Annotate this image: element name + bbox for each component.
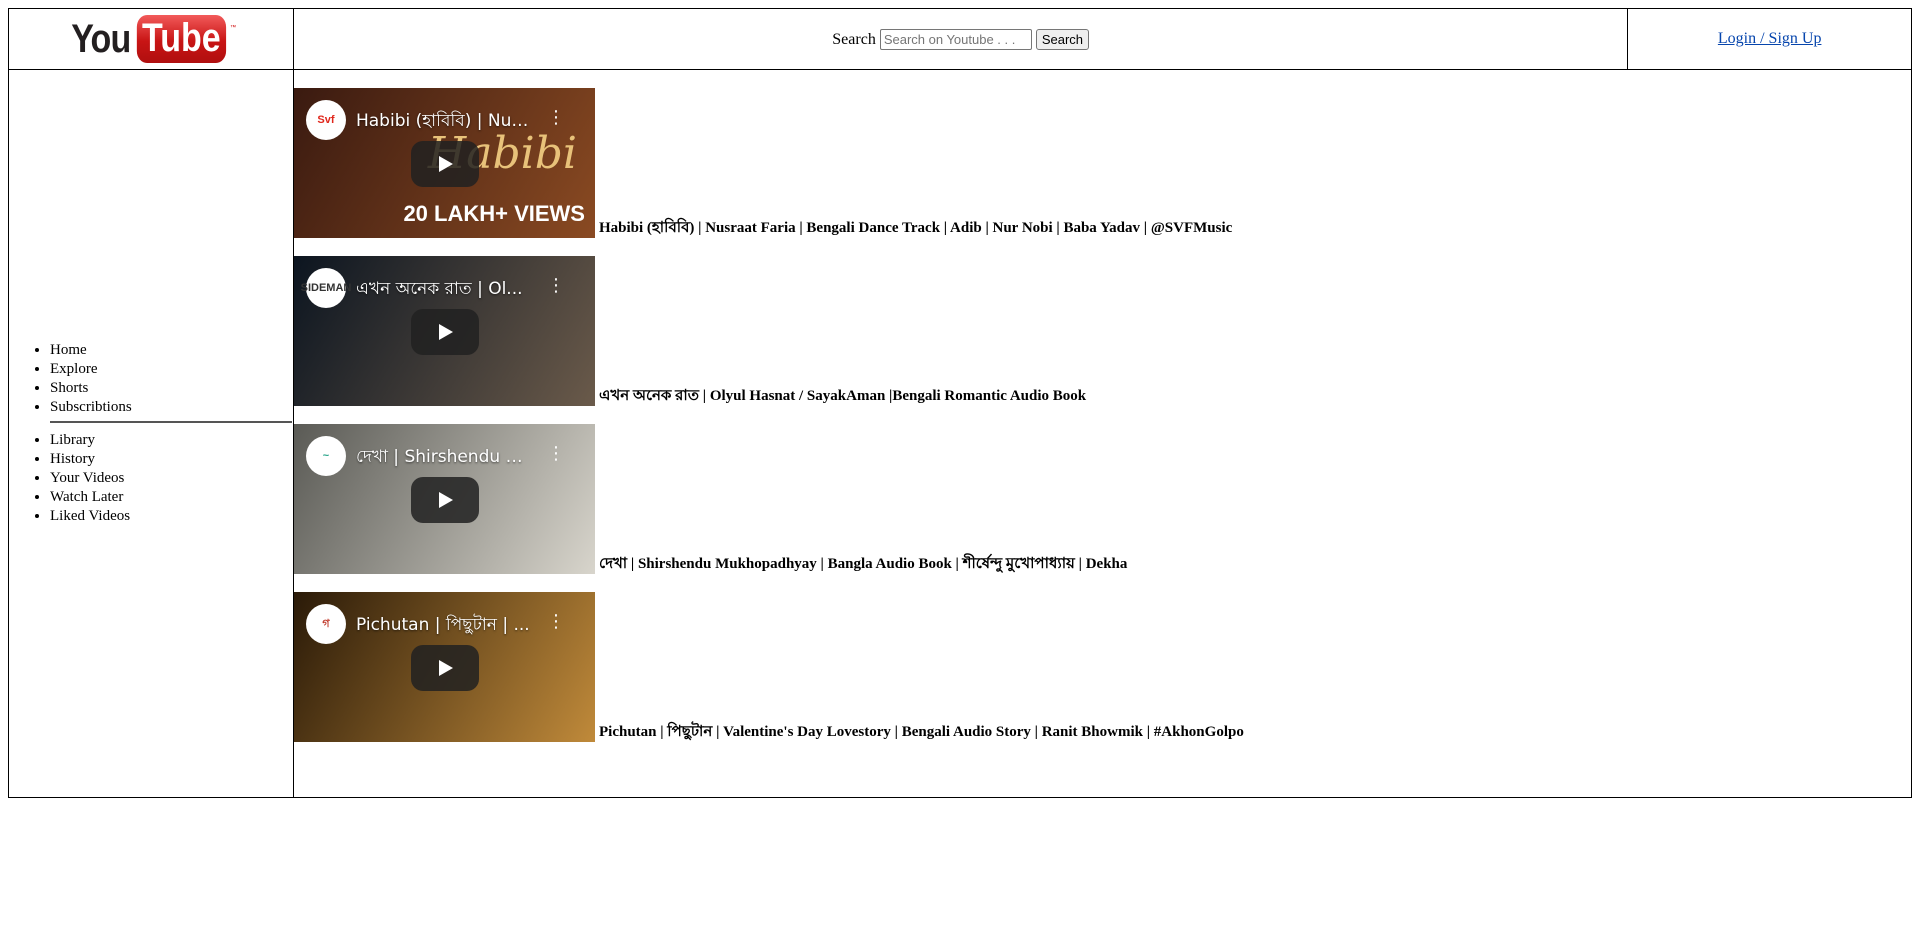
sidebar-item-your-videos[interactable]: Your Videos: [50, 469, 293, 488]
login-cell: Login / Sign Up: [1627, 8, 1912, 70]
more-options-icon[interactable]: ⋮: [547, 612, 565, 632]
sidebar-item-shorts[interactable]: Shorts: [50, 379, 293, 398]
play-icon: [438, 492, 453, 508]
logo-cell: You Tube ™: [8, 8, 294, 70]
video-row: Habibi 20 LAKH+ VIEWS Svf Habibi (হাবিবি) |…: [293, 88, 1911, 238]
channel-avatar[interactable]: ~: [305, 436, 346, 476]
video-row: গ Pichutan | পিছুটান | ... ⋮ Pichutan | পিছ…: [293, 592, 1911, 742]
sidebar-item-liked-videos[interactable]: Liked Videos: [50, 507, 293, 526]
sidebar-item-subscribtions[interactable]: Subscribtions: [50, 398, 293, 417]
nav-divider: [50, 421, 292, 423]
logo-trademark: ™: [230, 25, 237, 31]
logo-tube-text: Tube: [137, 15, 227, 63]
play-icon: [438, 156, 453, 172]
video-row: ~ দেখা | Shirshendu M... ⋮ দেখা | Shirshend…: [293, 424, 1911, 574]
sidebar-item-explore[interactable]: Explore: [50, 360, 293, 379]
video-embed-player[interactable]: ~ দেখা | Shirshendu M... ⋮: [293, 424, 595, 574]
play-button[interactable]: [410, 477, 479, 523]
embed-title[interactable]: Pichutan | পিছুটান | ...: [356, 612, 531, 640]
play-button[interactable]: [410, 309, 479, 355]
channel-avatar[interactable]: গ: [305, 604, 346, 644]
search-input[interactable]: [879, 28, 1032, 50]
sidebar-item-watch-later[interactable]: Watch Later: [50, 488, 293, 507]
embed-title[interactable]: Habibi (হাবিবি) | Nus...: [356, 108, 531, 136]
more-options-icon[interactable]: ⋮: [547, 444, 565, 464]
video-embed-player[interactable]: Habibi 20 LAKH+ VIEWS Svf Habibi (হাবিবি) |…: [293, 88, 595, 238]
embed-title[interactable]: দেখা | Shirshendu M...: [356, 444, 531, 472]
video-title: এখন অনেক রাত | Olyul Hasnat / SayakAman …: [598, 388, 1087, 404]
video-title: Pichutan | পিছুটান | Valentine's Day Lov…: [598, 724, 1244, 740]
video-embed-player[interactable]: গ Pichutan | পিছুটান | ... ⋮: [293, 592, 595, 742]
channel-avatar[interactable]: Svf: [305, 100, 346, 140]
page-layout: You Tube ™ Search Search Login / Sign Up…: [8, 8, 1913, 798]
play-icon: [438, 324, 453, 340]
youtube-logo[interactable]: You Tube ™: [66, 15, 236, 63]
video-feed: Habibi 20 LAKH+ VIEWS Svf Habibi (হাবিবি) |…: [292, 69, 1913, 798]
search-bar: Search Search: [292, 8, 1629, 70]
play-button[interactable]: [410, 645, 479, 691]
video-title: Habibi (হাবিবি) | Nusraat Faria | Bengal…: [598, 220, 1233, 236]
search-label: Search: [832, 30, 876, 48]
video-list: Habibi 20 LAKH+ VIEWS Svf Habibi (হাবিবি) |…: [293, 88, 1911, 742]
more-options-icon[interactable]: ⋮: [547, 276, 565, 296]
login-signup-link[interactable]: Login / Sign Up: [1718, 30, 1822, 47]
thumbnail-views-badge: 20 LAKH+ VIEWS: [403, 201, 585, 226]
sidebar-item-library[interactable]: Library: [50, 431, 293, 450]
sidebar-item-history[interactable]: History: [50, 450, 293, 469]
play-icon: [438, 660, 453, 676]
channel-avatar[interactable]: SIDEMAN: [301, 268, 351, 308]
embed-title[interactable]: এখন অনেক রাত | Ol...: [356, 276, 531, 304]
video-row: SIDEMAN এখন অনেক রাত | Ol... ⋮ এখন অনেক রাত…: [293, 256, 1911, 406]
more-options-icon[interactable]: ⋮: [547, 108, 565, 128]
nav-primary-list: HomeExploreShortsSubscribtions: [9, 341, 293, 417]
sidebar: HomeExploreShortsSubscribtions LibraryHi…: [8, 69, 294, 798]
video-embed-player[interactable]: SIDEMAN এখন অনেক রাত | Ol... ⋮: [293, 256, 595, 406]
nav-secondary-list: LibraryHistoryYour VideosWatch LaterLike…: [9, 431, 293, 526]
sidebar-item-home[interactable]: Home: [50, 341, 293, 360]
search-button[interactable]: Search: [1035, 28, 1090, 50]
play-button[interactable]: [410, 141, 479, 187]
logo-you-text: You: [71, 16, 131, 61]
video-title: দেখা | Shirshendu Mukhopadhyay | Bangla …: [598, 556, 1128, 572]
